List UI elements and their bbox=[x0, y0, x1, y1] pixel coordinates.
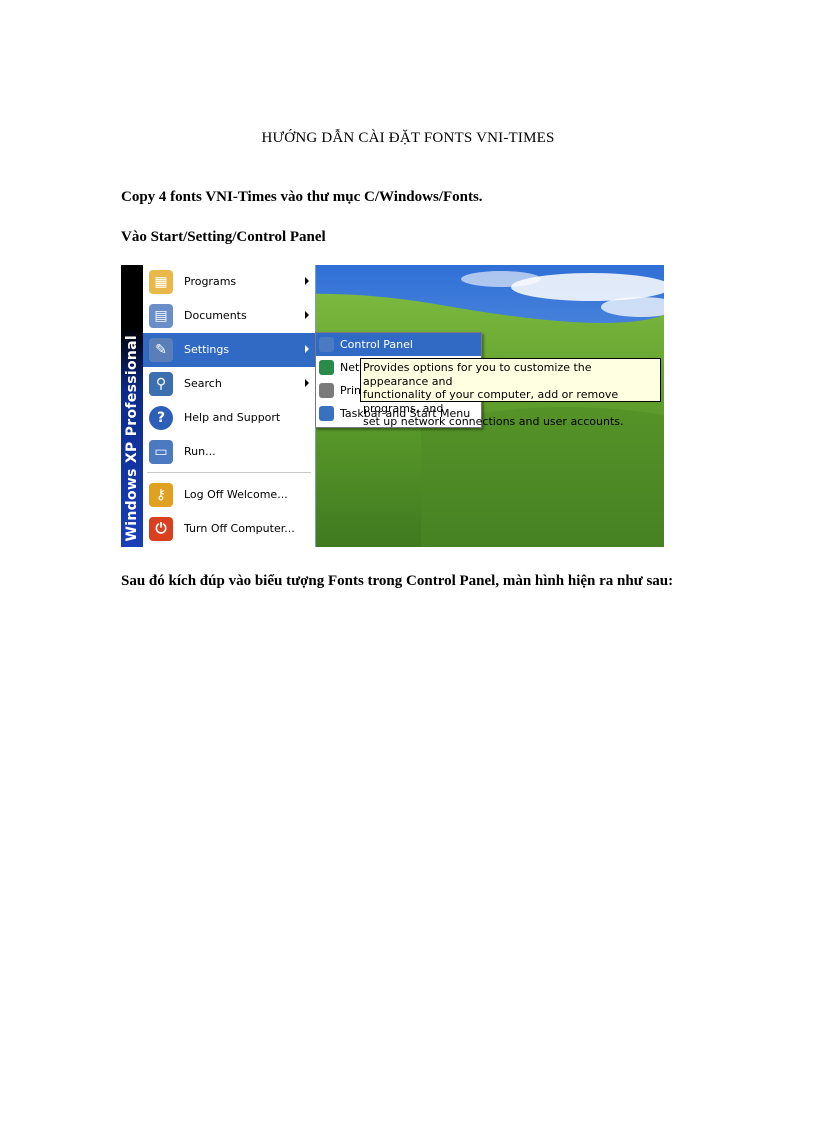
power-icon: ⏻ bbox=[149, 517, 173, 541]
menu-item-label: Programs bbox=[184, 275, 237, 288]
submenu-item-label: Control Panel bbox=[340, 338, 413, 351]
menu-item-label: Settings bbox=[184, 343, 230, 356]
submenu-item-control-panel[interactable]: Control Panel bbox=[316, 333, 481, 356]
menu-item-label: Help and Support bbox=[184, 411, 281, 424]
menu-item-search[interactable]: ⚲ Search bbox=[143, 367, 315, 401]
start-menu-screenshot: Windows XP Professional ▦ Programs ▤ Doc… bbox=[121, 265, 664, 547]
os-banner: Windows XP Professional bbox=[121, 265, 143, 547]
menu-item-label: Documents bbox=[184, 309, 247, 322]
submenu-arrow-icon bbox=[305, 311, 309, 319]
menu-item-run[interactable]: ▭ Run... bbox=[143, 435, 315, 469]
menu-item-turn-off[interactable]: ⏻ Turn Off Computer... bbox=[143, 512, 315, 546]
documents-icon: ▤ bbox=[149, 304, 173, 328]
banner-text: Windows XP Professional bbox=[124, 334, 140, 541]
paragraph-copy-fonts: Copy 4 fonts VNI-Times vào thư mục C/Win… bbox=[121, 189, 483, 205]
run-icon: ▭ bbox=[149, 440, 173, 464]
submenu-arrow-icon bbox=[305, 379, 309, 387]
search-icon: ⚲ bbox=[149, 372, 173, 396]
tooltip-line: set up network connections and user acco… bbox=[363, 415, 624, 428]
menu-item-label: Search bbox=[184, 377, 222, 390]
menu-item-documents[interactable]: ▤ Documents bbox=[143, 299, 315, 333]
taskbar-icon bbox=[319, 406, 334, 421]
help-icon: ? bbox=[149, 406, 173, 430]
control-panel-icon bbox=[319, 337, 334, 352]
submenu-arrow-icon bbox=[305, 277, 309, 285]
menu-separator bbox=[147, 472, 311, 473]
logoff-icon: ⚷ bbox=[149, 483, 173, 507]
menu-item-settings[interactable]: ✎ Settings bbox=[143, 333, 315, 367]
printer-icon bbox=[319, 383, 334, 398]
menu-item-help[interactable]: ? Help and Support bbox=[143, 401, 315, 435]
menu-item-log-off[interactable]: ⚷ Log Off Welcome... bbox=[143, 478, 315, 512]
start-menu: Windows XP Professional ▦ Programs ▤ Doc… bbox=[121, 265, 316, 547]
menu-item-programs[interactable]: ▦ Programs bbox=[143, 265, 315, 299]
menu-item-label: Run... bbox=[184, 445, 216, 458]
tooltip-line: Provides options for you to customize th… bbox=[363, 361, 592, 388]
menu-item-label: Log Off Welcome... bbox=[184, 488, 288, 501]
settings-icon: ✎ bbox=[149, 338, 173, 362]
programs-icon: ▦ bbox=[149, 270, 173, 294]
paragraph-open-control-panel: Vào Start/Setting/Control Panel bbox=[121, 229, 326, 245]
tooltip-line: functionality of your computer, add or r… bbox=[363, 388, 619, 415]
document-title: HƯỚNG DẪN CÀI ĐẶT FONTS VNI-TIMES bbox=[261, 130, 555, 146]
submenu-arrow-icon bbox=[305, 345, 309, 353]
menu-item-label: Turn Off Computer... bbox=[184, 522, 295, 535]
control-panel-tooltip: Provides options for you to customize th… bbox=[360, 358, 661, 428]
paragraph-open-fonts: Sau đó kích đúp vào biểu tượng Fonts tro… bbox=[121, 573, 674, 589]
network-icon bbox=[319, 360, 334, 375]
